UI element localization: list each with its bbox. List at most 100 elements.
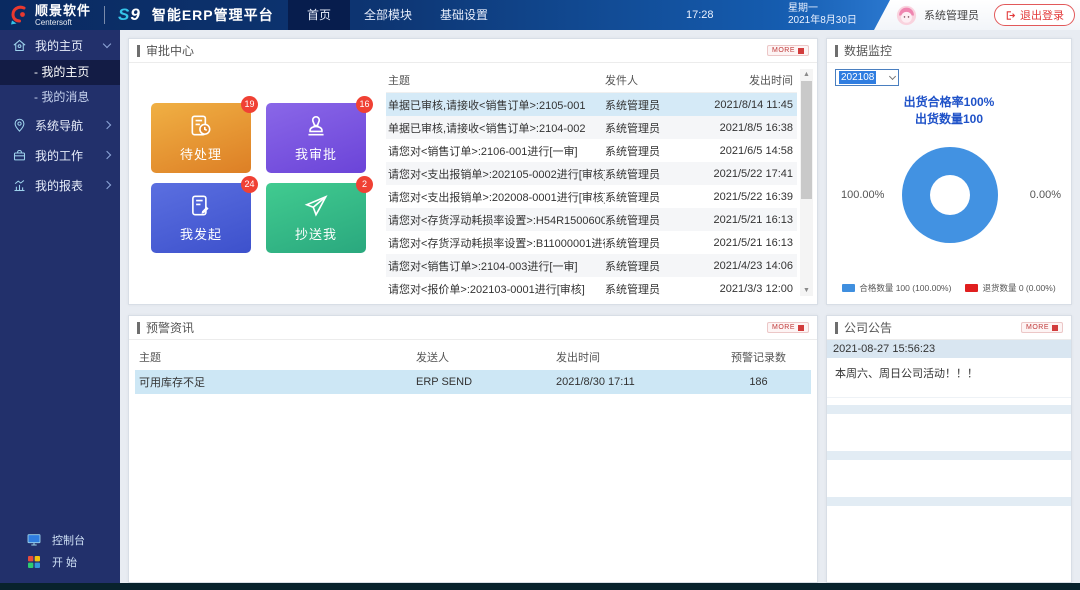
sidebar-item-system-nav[interactable]: 系统导航 — [0, 110, 120, 140]
clock-time: 17:28 — [686, 0, 714, 30]
table-row[interactable]: 请您对<支出报销单>:202105-0002进行[审核] 系统管理员 2021/… — [386, 162, 797, 185]
sidebar-bottom: 控制台 开 始 — [0, 529, 120, 573]
sidebar-item-label: 我的主页 — [35, 37, 96, 54]
pass-rate-stat: 出货合格率100% — [827, 94, 1071, 111]
bar-chart-icon — [12, 178, 27, 193]
monitor-panel-header: 数据监控 — [827, 39, 1071, 63]
table-row[interactable]: 请您对<报价单>:202103-0001进行[审核] 系统管理员 2021/3/… — [386, 277, 797, 300]
announcements-panel-title: 公司公告 — [844, 319, 892, 336]
nav-all-modules[interactable]: 全部模块 — [350, 0, 426, 30]
title-accent-bar — [137, 45, 140, 57]
console-button[interactable]: 控制台 — [0, 529, 120, 551]
sidebar-item-my-home[interactable]: 我的主页 — [0, 30, 120, 60]
announcement-empty-slot — [827, 451, 1071, 460]
erp-dashboard-screen: 顺景软件 Centersoft S9 智能ERP管理平台 首页 全部模块 基础设… — [0, 0, 1080, 590]
chevron-right-icon — [103, 181, 111, 189]
col-sender: 发件人 — [605, 72, 697, 88]
date-block: 星期一 2021年8月30日 — [788, 3, 857, 27]
approval-panel-title: 审批中心 — [146, 42, 194, 59]
tile-cc-to-me[interactable]: 2 抄送我 — [266, 183, 366, 253]
approval-scrollbar[interactable]: ▲ ▼ — [800, 69, 813, 296]
tile-pending[interactable]: 19 待处理 — [151, 103, 251, 173]
scroll-down-arrow[interactable]: ▼ — [800, 285, 813, 296]
tile-label: 我审批 — [295, 144, 337, 163]
more-icon — [798, 325, 804, 331]
table-row[interactable]: 单据已审核,请接收<销售订单>:2104-002 系统管理员 2021/8/5 … — [386, 116, 797, 139]
sidebar-item-label: 系统导航 — [35, 117, 96, 134]
console-label: 控制台 — [52, 532, 85, 548]
start-button[interactable]: 开 始 — [0, 551, 120, 573]
sidebar: 我的主页 - 我的主页 - 我的消息 系统导航 我的工作 — [0, 30, 120, 583]
announcement-date: 2021-08-27 15:56:23 — [827, 340, 1071, 358]
scroll-thumb[interactable] — [801, 81, 812, 199]
top-nav: 首页 全部模块 基础设置 — [288, 0, 502, 30]
alerts-more-button[interactable]: MORE — [767, 322, 809, 333]
weekday-label: 星期一 — [788, 3, 857, 15]
company-logo: 顺景软件 Centersoft S9 智能ERP管理平台 — [0, 4, 274, 27]
my-approvals-count-badge: 16 — [356, 96, 373, 113]
more-icon — [1052, 325, 1058, 331]
alerts-table-header: 主题 发送人 发出时间 预警记录数 — [135, 344, 811, 370]
announcement-empty-slot — [827, 414, 1071, 444]
user-area: 系统管理员 退出登录 — [874, 0, 1080, 30]
nav-basic-settings[interactable]: 基础设置 — [426, 0, 502, 30]
logout-button[interactable]: 退出登录 — [994, 4, 1075, 26]
title-accent-bar — [835, 322, 838, 334]
top-bar: 顺景软件 Centersoft S9 智能ERP管理平台 首页 全部模块 基础设… — [0, 0, 1080, 30]
donut-chart — [902, 147, 998, 243]
announcement-empty-slot — [827, 405, 1071, 414]
alerts-panel-title: 预警资讯 — [146, 319, 194, 336]
table-row[interactable]: 请您对<销售订单>:2106-001进行[一审] 系统管理员 2021/6/5 … — [386, 139, 797, 162]
tile-label: 我发起 — [180, 224, 222, 243]
avatar[interactable] — [896, 5, 917, 26]
tile-my-approvals[interactable]: 16 我审批 — [266, 103, 366, 173]
approval-center-panel: 审批中心 MORE 19 待处理 — [128, 38, 818, 305]
announcement-empty-slot — [827, 460, 1071, 490]
home-icon — [12, 38, 27, 53]
title-accent-bar — [137, 322, 140, 334]
legend-swatch-red — [965, 284, 978, 292]
username-label: 系统管理员 — [924, 7, 979, 23]
document-pen-icon — [188, 193, 214, 219]
approval-more-button[interactable]: MORE — [767, 45, 809, 56]
alerts-table: 主题 发送人 发出时间 预警记录数 可用库存不足 ERP SEND 2021/8… — [135, 344, 811, 394]
sidebar-item-my-reports[interactable]: 我的报表 — [0, 170, 120, 200]
sidebar-subitem-my-home[interactable]: - 我的主页 — [0, 60, 120, 85]
legend-item-pass: 合格数量 100 (100.00%) — [842, 282, 951, 294]
table-row[interactable]: 请您对<销售订单>:2104-003进行[一审] 系统管理员 2021/4/23… — [386, 254, 797, 277]
app-title: 智能ERP管理平台 — [152, 5, 274, 25]
announcement-content[interactable]: 本周六、周日公司活动！！！ — [827, 358, 1071, 398]
announcements-panel-header: 公司公告 MORE — [827, 316, 1071, 340]
alerts-panel-header: 预警资讯 MORE — [129, 316, 817, 340]
approval-panel-header: 审批中心 MORE — [129, 39, 817, 63]
table-row[interactable]: 请您对<存货浮动耗损率设置>:H54R15006002进行[审核] 系统管理员 … — [386, 208, 797, 231]
sidebar-item-my-work[interactable]: 我的工作 — [0, 140, 120, 170]
sidebar-subitem-my-messages[interactable]: - 我的消息 — [0, 85, 120, 110]
announcements-more-button[interactable]: MORE — [1021, 322, 1063, 333]
table-row[interactable]: 可用库存不足 ERP SEND 2021/8/30 17:11 186 — [135, 370, 811, 394]
legend-item-return: 退货数量 0 (0.00%) — [965, 282, 1055, 294]
logout-icon — [1005, 10, 1016, 21]
chevron-right-icon — [103, 121, 111, 129]
start-label: 开 始 — [52, 554, 77, 570]
logout-label: 退出登录 — [1020, 7, 1064, 23]
approval-table-header: 主题 发件人 发出时间 — [386, 67, 797, 93]
table-row[interactable]: 单据已审核,请接收<销售订单>:2105-001 系统管理员 2021/8/14… — [386, 93, 797, 116]
announcements-panel: 公司公告 MORE 2021-08-27 15:56:23 本周六、周日公司活动… — [826, 315, 1072, 583]
alerts-panel: 预警资讯 MORE 主题 发送人 发出时间 预警记录数 可用库存不足 ERP S… — [128, 315, 818, 583]
col-subject: 主题 — [386, 72, 605, 88]
month-select[interactable]: 202108 — [835, 69, 899, 86]
scroll-up-arrow[interactable]: ▲ — [800, 69, 813, 80]
col-sender: 发送人 — [416, 349, 556, 365]
briefcase-icon — [12, 148, 27, 163]
nav-home[interactable]: 首页 — [288, 0, 350, 30]
monitor-panel-title: 数据监控 — [844, 42, 892, 59]
shipment-stats: 出货合格率100% 出货数量100 — [827, 94, 1071, 128]
tile-initiated-by-me[interactable]: 24 我发起 — [151, 183, 251, 253]
stamp-icon — [303, 113, 329, 139]
sidebar-item-label: 我的报表 — [35, 177, 96, 194]
chevron-down-icon — [889, 73, 896, 80]
pie-label-right: 0.00% — [1030, 189, 1061, 201]
table-row[interactable]: 请您对<支出报销单>:202008-0001进行[审核] 系统管理员 2021/… — [386, 185, 797, 208]
table-row[interactable]: 请您对<存货浮动耗损率设置>:B11000001进行[审核] 系统管理员 202… — [386, 231, 797, 254]
